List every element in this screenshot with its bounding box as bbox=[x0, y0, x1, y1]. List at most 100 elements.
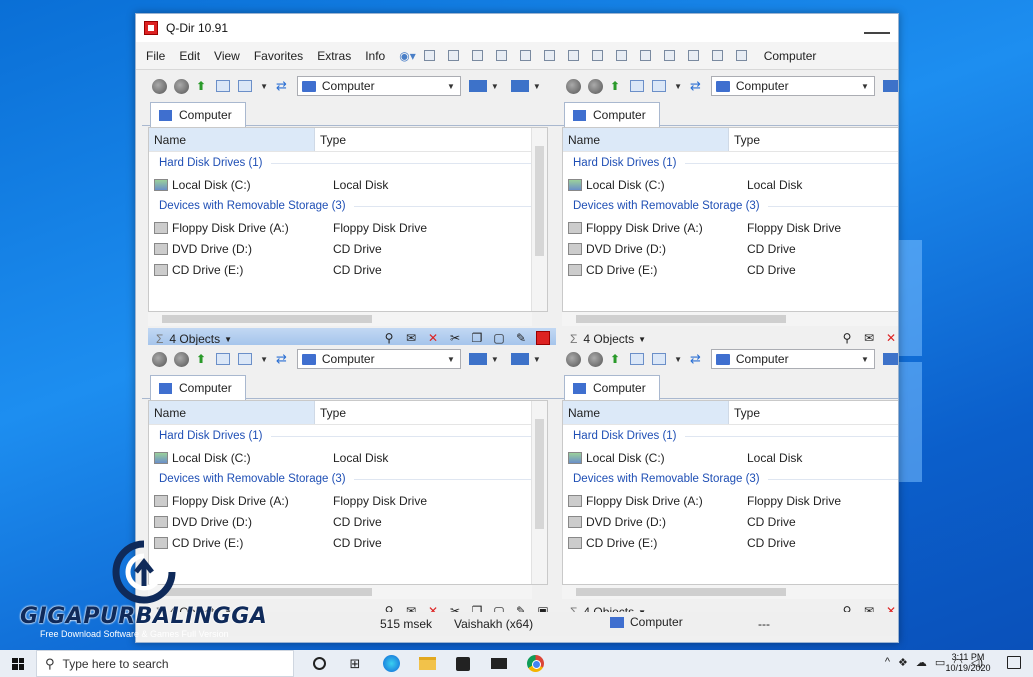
list-item[interactable]: DVD Drive (D:) CD Drive bbox=[563, 238, 898, 259]
layout-icon[interactable] bbox=[567, 50, 579, 61]
list-item[interactable]: Floppy Disk Drive (A:) Floppy Disk Drive bbox=[149, 217, 547, 238]
tab-computer[interactable]: Computer bbox=[150, 102, 246, 127]
column-type[interactable]: Type bbox=[315, 128, 547, 151]
task-view-button[interactable]: ⊞ bbox=[346, 655, 364, 673]
file-list[interactable]: Name Type Hard Disk Drives (1) Local Dis… bbox=[148, 127, 548, 312]
horizontal-scrollbar[interactable] bbox=[562, 585, 898, 599]
globe-icon[interactable]: ◉▾ bbox=[399, 49, 416, 63]
view-icon[interactable] bbox=[652, 353, 667, 365]
list-item[interactable]: Local Disk (C:) Local Disk bbox=[149, 174, 547, 195]
tab-computer[interactable]: Computer bbox=[150, 375, 246, 400]
layout-icon[interactable] bbox=[495, 50, 507, 61]
layout-icon[interactable] bbox=[687, 50, 699, 61]
list-item[interactable]: DVD Drive (D:) CD Drive bbox=[563, 511, 898, 532]
layout-icon[interactable] bbox=[471, 50, 483, 61]
horizontal-scrollbar[interactable] bbox=[148, 312, 532, 326]
view-mode-icon[interactable] bbox=[882, 353, 898, 365]
computer-menu[interactable]: Computer bbox=[764, 49, 817, 63]
layout-icon[interactable] bbox=[543, 50, 555, 61]
view-icon[interactable] bbox=[238, 353, 253, 365]
chevron-down-icon[interactable]: ▼ bbox=[861, 82, 874, 91]
column-name[interactable]: Name bbox=[563, 401, 729, 424]
chevron-down-icon[interactable]: ▼ bbox=[638, 335, 646, 344]
group-header[interactable]: Hard Disk Drives (1) bbox=[563, 425, 898, 447]
mail-icon[interactable]: ✉ bbox=[862, 331, 876, 345]
chevron-down-icon[interactable]: ▼ bbox=[224, 335, 232, 344]
refresh-icon[interactable]: ⇄ bbox=[276, 78, 287, 94]
edit-icon[interactable]: ✎ bbox=[514, 331, 528, 345]
notification-icon[interactable] bbox=[1007, 656, 1021, 669]
layout-icon[interactable] bbox=[663, 50, 675, 61]
list-item[interactable]: Local Disk (C:) Local Disk bbox=[563, 447, 898, 468]
column-name[interactable]: Name bbox=[563, 128, 729, 151]
view-options-icon[interactable] bbox=[510, 353, 529, 365]
delete-icon[interactable]: ✕ bbox=[884, 331, 898, 345]
chevron-down-icon[interactable]: ▼ bbox=[491, 355, 499, 364]
chevron-down-icon[interactable]: ▼ bbox=[861, 355, 874, 364]
group-header[interactable]: Devices with Removable Storage (3) bbox=[563, 195, 898, 217]
layout-icon[interactable] bbox=[711, 50, 723, 61]
file-list[interactable]: Name Type Hard Disk Drives (1) Local Dis… bbox=[562, 400, 898, 585]
column-name[interactable]: Name bbox=[149, 128, 315, 151]
address-combo[interactable]: Computer ▼ bbox=[710, 349, 875, 369]
view-mode-icon[interactable] bbox=[468, 80, 487, 92]
group-header[interactable]: Devices with Removable Storage (3) bbox=[149, 195, 547, 217]
folder-icon[interactable] bbox=[216, 353, 231, 365]
group-header[interactable]: Hard Disk Drives (1) bbox=[149, 425, 547, 447]
group-header[interactable]: Hard Disk Drives (1) bbox=[149, 152, 547, 174]
folder-icon[interactable] bbox=[630, 80, 645, 92]
refresh-icon[interactable]: ⇄ bbox=[690, 78, 701, 94]
horizontal-scrollbar[interactable] bbox=[562, 312, 898, 326]
object-count[interactable]: 4 Objects bbox=[583, 332, 634, 346]
column-type[interactable]: Type bbox=[729, 401, 898, 424]
vertical-scrollbar[interactable] bbox=[531, 401, 547, 584]
folder-icon[interactable] bbox=[216, 80, 231, 92]
menu-favorites[interactable]: Favorites bbox=[254, 49, 303, 63]
chevron-down-icon[interactable]: ▼ bbox=[447, 355, 460, 364]
list-item[interactable]: Local Disk (C:) Local Disk bbox=[149, 447, 547, 468]
group-header[interactable]: Devices with Removable Storage (3) bbox=[563, 468, 898, 490]
up-arrow-icon[interactable]: ⬆ bbox=[610, 79, 620, 93]
list-item[interactable]: CD Drive (E:) CD Drive bbox=[563, 532, 898, 553]
back-icon[interactable] bbox=[152, 78, 167, 94]
menu-edit[interactable]: Edit bbox=[179, 49, 200, 63]
chevron-down-icon[interactable]: ▼ bbox=[533, 82, 541, 91]
layout-icon[interactable] bbox=[735, 50, 747, 61]
group-header[interactable]: Hard Disk Drives (1) bbox=[563, 152, 898, 174]
cortana-button[interactable] bbox=[310, 655, 328, 673]
view-options-icon[interactable] bbox=[510, 80, 529, 92]
list-item[interactable]: Floppy Disk Drive (A:) Floppy Disk Drive bbox=[563, 217, 898, 238]
menu-view[interactable]: View bbox=[214, 49, 240, 63]
chevron-down-icon[interactable]: ▼ bbox=[447, 82, 460, 91]
back-icon[interactable] bbox=[152, 351, 167, 367]
menu-info[interactable]: Info bbox=[365, 49, 385, 63]
refresh-icon[interactable]: ⇄ bbox=[690, 351, 701, 367]
list-item[interactable]: Floppy Disk Drive (A:) Floppy Disk Drive bbox=[149, 490, 547, 511]
list-item[interactable]: Local Disk (C:) Local Disk bbox=[563, 174, 898, 195]
list-item[interactable]: CD Drive (E:) CD Drive bbox=[563, 259, 898, 280]
layout-icon[interactable] bbox=[519, 50, 531, 61]
layout-icon[interactable] bbox=[423, 50, 435, 61]
tab-computer[interactable]: Computer bbox=[564, 102, 660, 127]
menu-file[interactable]: File bbox=[146, 49, 165, 63]
address-combo[interactable]: Computer ▼ bbox=[710, 76, 875, 96]
layout-icon[interactable] bbox=[447, 50, 459, 61]
list-item[interactable]: Floppy Disk Drive (A:) Floppy Disk Drive bbox=[563, 490, 898, 511]
up-arrow-icon[interactable]: ⬆ bbox=[196, 79, 206, 93]
chevron-down-icon[interactable]: ▼ bbox=[260, 82, 268, 91]
filter-icon[interactable]: ⚲ bbox=[840, 331, 854, 345]
dropbox-icon[interactable]: ❖ bbox=[898, 656, 908, 669]
taskbar-search[interactable]: ⚲ Type here to search bbox=[36, 650, 294, 677]
copy-icon[interactable]: ❐ bbox=[470, 331, 484, 345]
column-name[interactable]: Name bbox=[149, 401, 315, 424]
edge-button[interactable] bbox=[382, 655, 400, 673]
column-type[interactable]: Type bbox=[315, 401, 547, 424]
up-arrow-icon[interactable]: ⬆ bbox=[610, 352, 620, 366]
forward-icon[interactable] bbox=[588, 351, 603, 367]
chevron-down-icon[interactable]: ▼ bbox=[260, 355, 268, 364]
clock[interactable]: 3:11 PM 10/19/2020 bbox=[943, 652, 993, 674]
up-arrow-icon[interactable]: ⬆ bbox=[196, 352, 206, 366]
chrome-button[interactable] bbox=[526, 655, 544, 673]
minimize-button[interactable] bbox=[864, 20, 890, 34]
chevron-down-icon[interactable]: ▼ bbox=[491, 82, 499, 91]
